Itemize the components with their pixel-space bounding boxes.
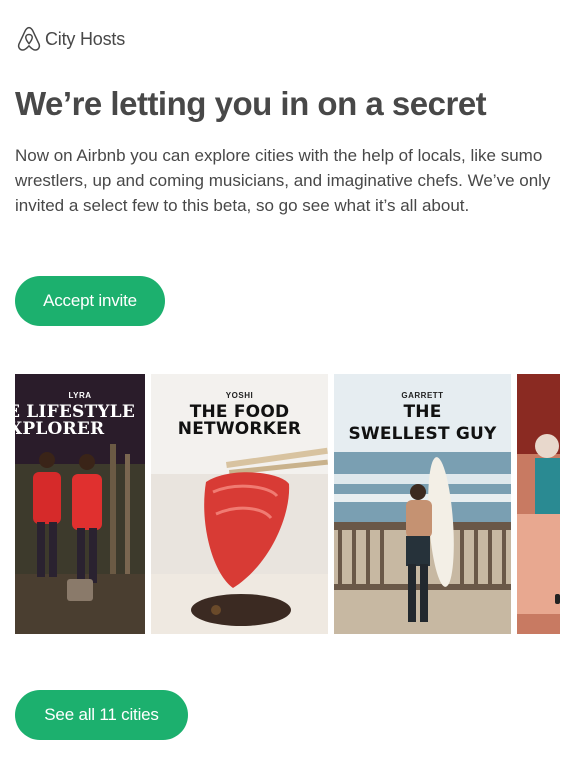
host-name: GARRETT — [401, 391, 444, 400]
host-title-line-2: XPLORER — [15, 419, 105, 439]
city-host-carousel: LYRA E LIFESTYLE XPLORER YOSHI THE FOOD … — [15, 374, 560, 634]
host-title-line-1: THE — [403, 402, 442, 422]
host-photo-partial — [517, 374, 560, 634]
host-card-yoshi[interactable]: YOSHI THE FOOD NETWORKER — [151, 374, 328, 634]
page-title: We’re letting you in on a secret — [15, 85, 487, 122]
accept-invite-button[interactable]: Accept invite — [15, 276, 165, 326]
airbnb-belo-icon[interactable] — [15, 25, 43, 53]
host-title-line-2: SWELLEST GUY — [348, 424, 497, 444]
host-card-garrett[interactable]: GARRETT THE SWELLEST GUY — [334, 374, 511, 634]
intro-paragraph: Now on Airbnb you can explore cities wit… — [15, 146, 551, 215]
host-name: LYRA — [68, 391, 92, 400]
host-card-partial[interactable] — [517, 374, 560, 634]
header: City Hosts — [15, 24, 125, 54]
host-title-line-2: NETWORKER — [177, 419, 302, 439]
host-name: YOSHI — [225, 391, 254, 400]
brand-name: City Hosts — [45, 28, 126, 49]
host-card-lyra[interactable]: LYRA E LIFESTYLE XPLORER — [15, 374, 145, 634]
see-all-cities-button[interactable]: See all 11 cities — [15, 690, 188, 740]
